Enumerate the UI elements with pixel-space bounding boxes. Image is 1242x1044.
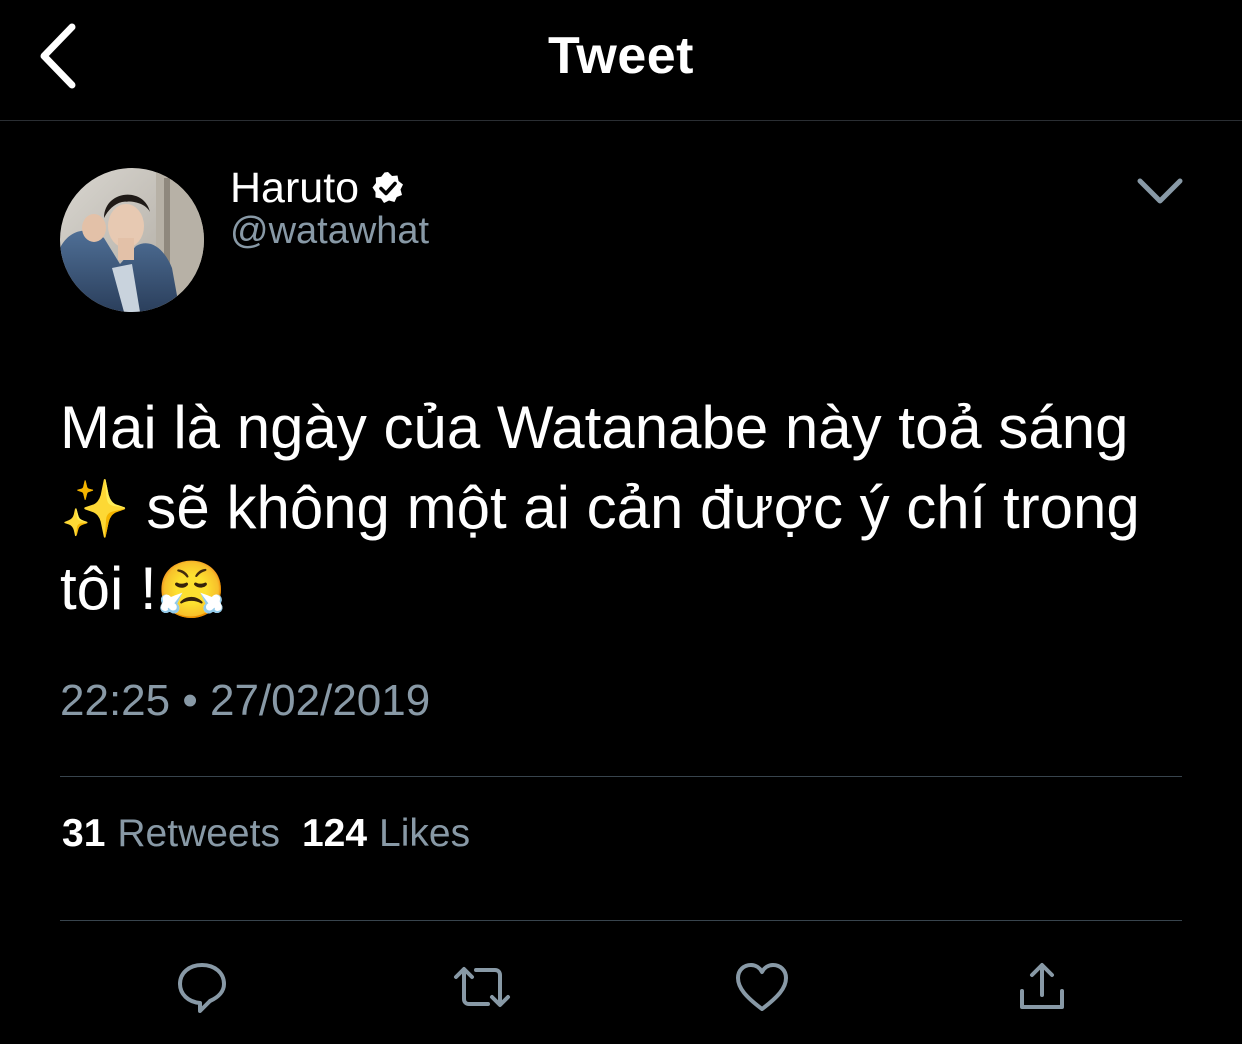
engagement-stats: 31 Retweets 124 Likes — [62, 812, 470, 856]
likes-label: Likes — [379, 812, 471, 855]
avatar[interactable] — [60, 168, 204, 312]
share-icon — [1020, 963, 1064, 1009]
tweet-options-button[interactable] — [1130, 168, 1190, 214]
like-button[interactable] — [730, 955, 794, 1019]
tweet-line-2: ✨ sẽ không một ai cản được ý chí trong — [60, 468, 1190, 549]
divider-top — [60, 776, 1182, 777]
tweet-body: Mai là ngày của Watanabe này toả sáng ✨ … — [60, 388, 1190, 630]
likes-stat[interactable]: 124 Likes — [302, 812, 470, 856]
heart-icon — [736, 963, 788, 1011]
steam-face-emoji: 😤 — [156, 558, 227, 621]
retweet-button[interactable] — [450, 955, 514, 1019]
share-button[interactable] — [1010, 955, 1074, 1019]
verified-badge-icon — [372, 172, 404, 203]
timestamp-separator: • — [182, 676, 198, 725]
author-display-name: Haruto — [230, 163, 360, 212]
tweet-timestamp: 22:25 • 27/02/2019 — [60, 676, 430, 726]
retweets-count: 31 — [62, 812, 106, 855]
likes-count: 124 — [301, 812, 368, 855]
tweet-detail-screen: Tweet Haruto @watawhat Mai là ngày của W… — [0, 0, 1242, 1044]
tweet-line-3-text: tôi ! — [60, 555, 157, 622]
tweet-date: 27/02/2019 — [209, 676, 431, 725]
page-title: Tweet — [547, 27, 694, 85]
tweet-line-2-text: sẽ không một ai cản được ý chí trong — [129, 474, 1140, 541]
tweet-line-3: tôi !😤 — [60, 549, 1190, 630]
top-bar: Tweet — [0, 0, 1242, 121]
reply-icon — [178, 963, 226, 1013]
author-handle[interactable]: @watawhat — [230, 210, 429, 253]
avatar-photo — [60, 168, 204, 312]
chevron-down-icon — [1137, 178, 1183, 204]
retweets-label: Retweets — [117, 812, 280, 855]
reply-button[interactable] — [170, 955, 234, 1019]
divider-bottom — [60, 920, 1182, 921]
retweets-stat[interactable]: 31 Retweets — [62, 812, 280, 856]
retweet-icon — [454, 967, 510, 1007]
tweet-time: 22:25 — [60, 676, 171, 725]
sparkles-emoji: ✨ — [60, 477, 130, 540]
author-name-row[interactable]: Haruto — [230, 160, 405, 216]
tweet-line-1: Mai là ngày của Watanabe này toả sáng — [60, 394, 1129, 461]
